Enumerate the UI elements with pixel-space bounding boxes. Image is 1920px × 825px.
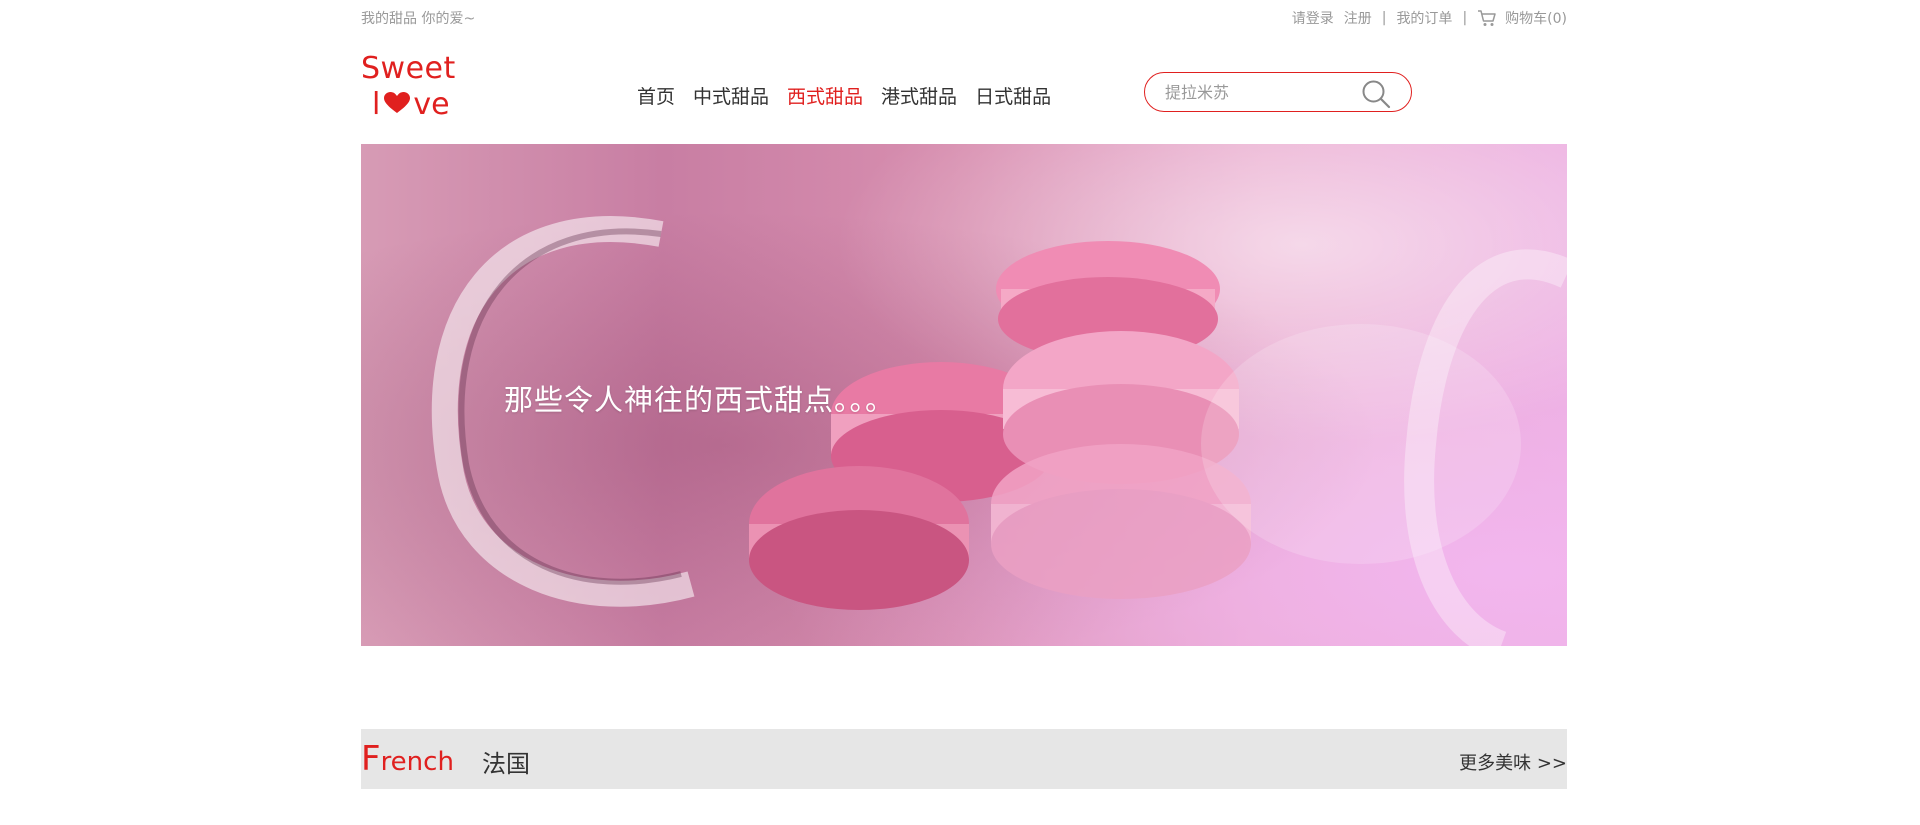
top-bar: 我的甜品 你的爱~ 请登录 注册 | 我的订单 | 购物车(0) <box>361 8 1567 28</box>
section-title-rest: rench <box>380 747 454 777</box>
nav-item-hongkong[interactable]: 港式甜品 <box>881 82 957 109</box>
section-title-cn: 法国 <box>482 750 530 778</box>
my-orders-link[interactable]: 我的订单 <box>1396 8 1452 28</box>
cart-label: 购物车(0) <box>1505 11 1567 27</box>
register-link[interactable]: 注册 <box>1344 8 1372 28</box>
hero-banner[interactable]: 那些令人神往的西式甜点。。。 <box>361 144 1567 646</box>
cart-icon <box>1477 9 1497 27</box>
logo-line2-pre: l <box>372 87 381 122</box>
cart-link[interactable]: 购物车(0) <box>1477 8 1567 28</box>
heart-icon <box>384 90 411 120</box>
logo-line1: Sweet <box>361 51 456 86</box>
section-title-en: French <box>361 739 454 779</box>
macaron-bottom-left <box>749 466 969 610</box>
section-title-first-letter: F <box>361 739 381 779</box>
top-links: 请登录 注册 | 我的订单 | 购物车(0) <box>1292 8 1567 28</box>
banner-caption: 那些令人神往的西式甜点。。。 <box>504 383 896 417</box>
page: 我的甜品 你的爱~ 请登录 注册 | 我的订单 | 购物车(0) Sweet l… <box>0 0 1920 825</box>
logo[interactable]: Sweet l ve <box>361 54 471 120</box>
logo-line2-post: ve <box>413 87 450 122</box>
search-input[interactable] <box>1163 81 1347 103</box>
main-nav: 首页 中式甜品 西式甜品 港式甜品 日式甜品 <box>637 82 1069 109</box>
separator: | <box>1381 10 1387 26</box>
logo-line2: l ve <box>372 90 471 120</box>
section-header-french: French 法国 更多美味 >> <box>361 729 1567 789</box>
search-icon[interactable] <box>1361 79 1391 113</box>
login-link[interactable]: 请登录 <box>1292 8 1334 28</box>
nav-item-western[interactable]: 西式甜品 <box>787 82 863 109</box>
nav-item-chinese[interactable]: 中式甜品 <box>693 82 769 109</box>
separator: | <box>1462 10 1468 26</box>
nav-item-japanese[interactable]: 日式甜品 <box>975 82 1051 109</box>
more-link[interactable]: 更多美味 >> <box>1459 749 1567 775</box>
nav-item-home[interactable]: 首页 <box>637 82 675 109</box>
search-box <box>1144 72 1412 112</box>
tagline: 我的甜品 你的爱~ <box>361 11 476 27</box>
